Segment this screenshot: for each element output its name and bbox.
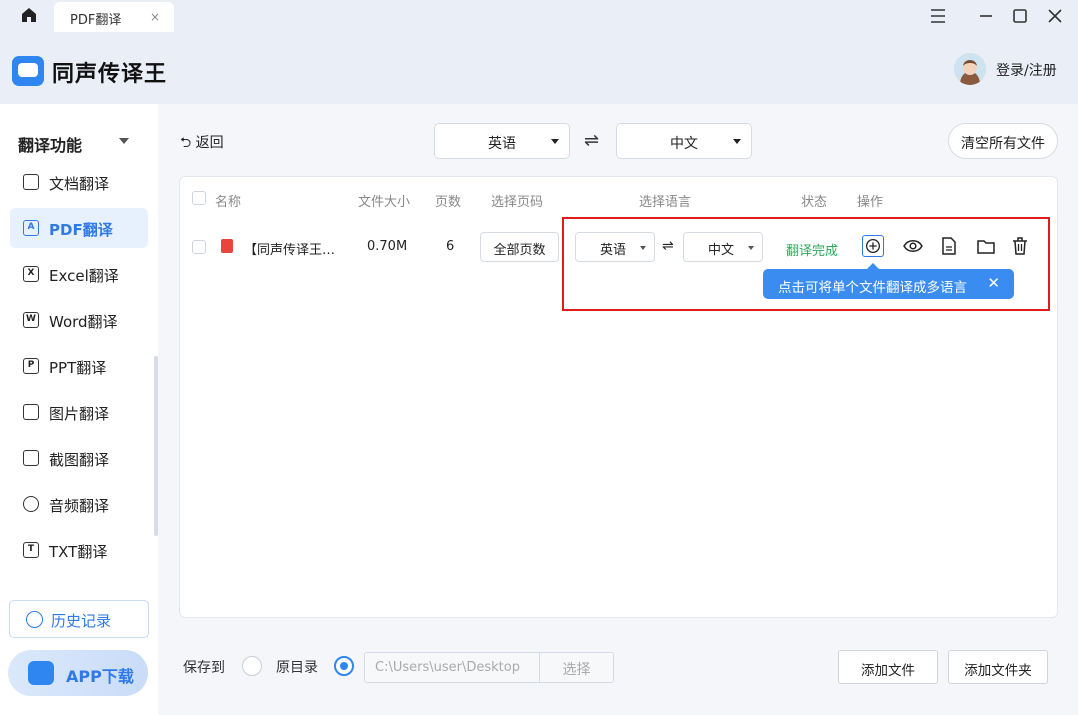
all-pages-button[interactable]: 全部页数 (480, 232, 559, 262)
sidebar-item-label: 截图翻译 (49, 451, 110, 469)
tab-label: PDF翻译 (70, 13, 122, 28)
clear-all-files-button[interactable]: 清空所有文件 (948, 123, 1058, 159)
login-register-link[interactable]: 登录/注册 (996, 60, 1057, 80)
page-count: 6 (446, 239, 455, 254)
txt-icon: T (23, 542, 39, 558)
sidebar: 翻译功能 文档翻译 A PDF翻译 X Excel翻译 W Word翻译 P PPT翻译… (0, 104, 158, 715)
header-lang-select: 选择语言 (639, 195, 692, 210)
add-file-button[interactable]: 添加文件 (838, 650, 938, 684)
chevron-down-icon[interactable] (119, 138, 129, 144)
sidebar-item-ppt[interactable]: P PPT翻译 (10, 346, 148, 386)
row-checkbox[interactable] (192, 240, 206, 254)
sidebar-item-pdf[interactable]: A PDF翻译 (10, 208, 148, 248)
app-name: 同声传译王 (52, 62, 168, 87)
source-language-value: 英语 (488, 136, 516, 152)
original-dir-label: 原目录 (276, 660, 318, 676)
save-to-label: 保存到 (183, 660, 225, 676)
target-language-value: 中文 (670, 136, 698, 152)
sidebar-item-label: PDF翻译 (49, 221, 113, 239)
add-folder-button[interactable]: 添加文件夹 (948, 650, 1048, 684)
sidebar-item-txt[interactable]: T TXT翻译 (10, 530, 148, 570)
sidebar-section-title: 翻译功能 (18, 136, 83, 155)
back-label: 返回 (195, 135, 224, 151)
avatar[interactable] (954, 53, 986, 85)
history-label: 历史记录 (51, 612, 112, 630)
choose-path-button[interactable]: 选择 (539, 652, 614, 683)
header-status: 状态 (801, 195, 828, 210)
sidebar-item-audio[interactable]: 音频翻译 (10, 484, 148, 524)
sidebar-item-label: 音频翻译 (49, 497, 110, 515)
main-content: ⮌ 返回 英语 ⇌ 中文 清空所有文件 名称 文件大小 页数 选择页码 选择语言… (158, 104, 1078, 715)
swap-languages-icon[interactable]: ⇌ (584, 130, 599, 151)
sidebar-item-document[interactable]: 文档翻译 (10, 162, 148, 202)
pdf-file-icon (221, 239, 233, 253)
sidebar-item-word[interactable]: W Word翻译 (10, 300, 148, 340)
screenshot-icon (23, 450, 39, 466)
header-name: 名称 (215, 195, 242, 210)
history-button[interactable]: 历史记录 (9, 600, 149, 638)
sidebar-item-label: PPT翻译 (49, 359, 107, 377)
header-actions: 操作 (857, 195, 884, 210)
home-icon[interactable] (20, 6, 38, 24)
app-header: 同声传译王 登录/注册 (0, 32, 1078, 104)
source-language-select[interactable]: 英语 (434, 123, 570, 159)
sidebar-item-label: 图片翻译 (49, 405, 110, 423)
sidebar-item-excel[interactable]: X Excel翻译 (10, 254, 148, 294)
app-logo-icon (12, 56, 44, 86)
custom-dir-radio[interactable] (242, 656, 262, 676)
tab-close-icon[interactable]: × (150, 10, 160, 24)
tab-pdf-translate[interactable]: PDF翻译 × (54, 2, 174, 32)
minimize-icon[interactable] (976, 6, 996, 26)
word-icon: W (23, 312, 39, 328)
dropdown-arrow-icon (733, 139, 741, 144)
ppt-icon: P (23, 358, 39, 374)
header-page-select: 选择页码 (491, 195, 544, 210)
file-name: 【同声传译王… (244, 243, 336, 258)
pdf-icon: A (23, 220, 39, 236)
sidebar-item-label: 文档翻译 (49, 175, 110, 193)
sidebar-item-label: Word翻译 (49, 313, 118, 331)
select-all-checkbox[interactable] (192, 191, 206, 205)
image-icon (23, 404, 39, 420)
maximize-icon[interactable] (1010, 6, 1030, 26)
file-table: 名称 文件大小 页数 选择页码 选择语言 状态 操作 【同声传译王… 0.70M… (179, 176, 1058, 618)
sidebar-item-image[interactable]: 图片翻译 (10, 392, 148, 432)
document-icon (23, 174, 39, 190)
sidebar-item-screenshot[interactable]: 截图翻译 (10, 438, 148, 478)
sidebar-item-label: Excel翻译 (49, 267, 119, 285)
close-icon[interactable] (1045, 6, 1065, 26)
highlight-box (562, 217, 1050, 311)
dropdown-arrow-icon (551, 139, 559, 144)
header-size: 文件大小 (358, 195, 411, 210)
file-size: 0.70M (367, 239, 408, 254)
original-dir-radio[interactable] (334, 656, 354, 676)
target-language-select[interactable]: 中文 (616, 123, 752, 159)
title-bar: PDF翻译 × (0, 0, 1078, 32)
header-pages: 页数 (435, 195, 462, 210)
app-download-label: APP下载 (66, 667, 134, 686)
menu-icon[interactable] (928, 6, 948, 26)
sidebar-item-label: TXT翻译 (49, 543, 108, 561)
app-download-button[interactable]: APP下载 (8, 650, 148, 696)
audio-icon (23, 496, 39, 512)
back-button[interactable]: ⮌ 返回 (180, 132, 224, 156)
clock-icon (26, 611, 43, 628)
save-path-field[interactable]: C:\Users\user\Desktop (364, 652, 540, 683)
back-arrow-icon: ⮌ (180, 135, 196, 151)
app-logo-icon (28, 661, 54, 685)
excel-icon: X (23, 266, 39, 282)
